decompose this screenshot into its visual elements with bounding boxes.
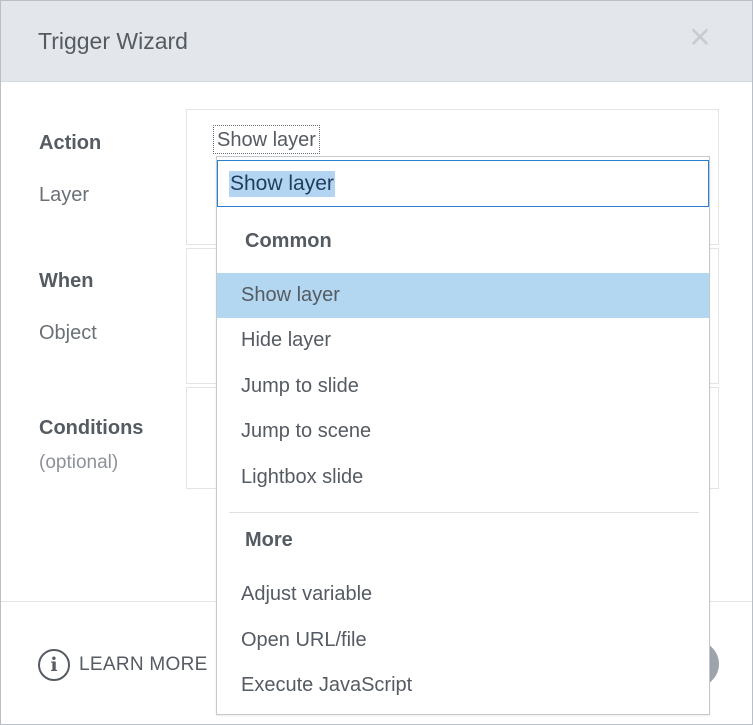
option-jump-to-scene[interactable]: Jump to scene (217, 409, 709, 454)
optional-label: (optional) (39, 452, 119, 473)
close-icon[interactable]: ✕ (687, 24, 713, 52)
layer-label: Layer (39, 184, 90, 206)
search-input-value: Show layer (229, 171, 335, 197)
option-lightbox-slide[interactable]: Lightbox slide (217, 455, 709, 500)
group-header-more: More (245, 529, 293, 551)
action-label: Action (39, 132, 102, 154)
option-show-layer[interactable]: Show layer (217, 273, 709, 318)
conditions-label: Conditions (39, 417, 144, 439)
option-jump-to-slide[interactable]: Jump to slide (217, 364, 709, 409)
action-dropdown-list: Show layer Common Show layer Hide layer … (216, 156, 710, 715)
option-execute-javascript[interactable]: Execute JavaScript (217, 663, 709, 708)
option-hide-layer[interactable]: Hide layer (217, 318, 709, 363)
action-combo[interactable]: Show layer (213, 125, 320, 154)
when-label: When (39, 270, 94, 292)
learn-more-link[interactable]: i LEARN MORE (38, 647, 208, 683)
group-divider (229, 512, 699, 513)
object-label: Object (39, 322, 97, 344)
option-adjust-variable[interactable]: Adjust variable (217, 572, 709, 617)
info-icon: i (38, 649, 70, 681)
option-open-url-file[interactable]: Open URL/file (217, 618, 709, 663)
learn-more-label: LEARN MORE (79, 654, 208, 675)
group-header-common: Common (245, 230, 332, 252)
action-search-input[interactable]: Show layer (217, 160, 709, 207)
dialog-title: Trigger Wizard (38, 28, 188, 54)
dialog-titlebar: Trigger Wizard ✕ (1, 1, 752, 82)
